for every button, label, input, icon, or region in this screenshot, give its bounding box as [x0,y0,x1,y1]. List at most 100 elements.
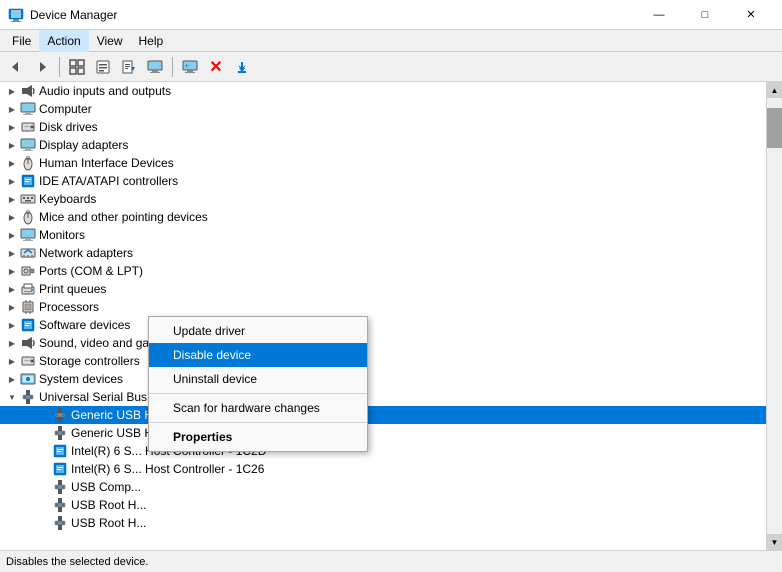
expander-usb[interactable] [4,389,20,405]
scroll-track [767,98,782,534]
tree-label-keyboards: Keyboards [39,192,96,206]
expander-keyboards[interactable] [4,191,20,207]
expander-audio[interactable] [4,83,20,99]
tree-item-software[interactable]: Software devices [0,316,766,334]
tree-item-usbcomp[interactable]: USB Comp... [0,478,766,496]
computer-button[interactable] [143,55,167,79]
tree-item-displayadapters[interactable]: Display adapters [0,136,766,154]
tree-label-usbroot2: USB Root H... [71,516,146,530]
tree-item-keyboards[interactable]: Keyboards [0,190,766,208]
tree-item-intel1[interactable]: Intel(R) 6 S... Host Controller - 1C2D [0,442,766,460]
menu-action[interactable]: Action [39,30,88,52]
context-menu-update-driver[interactable]: Update driver [149,319,367,343]
expander-displayadapters[interactable] [4,137,20,153]
scroll-up-button[interactable]: ▲ [767,82,782,98]
device-icon-audio [20,83,36,99]
tree-item-computer[interactable]: Computer [0,100,766,118]
tree-item-mice[interactable]: Mice and other pointing devices [0,208,766,226]
tree-item-ports[interactable]: Ports (COM & LPT) [0,262,766,280]
device-icon-printqueues [20,281,36,297]
expander-networkadapters[interactable] [4,245,20,261]
menu-bar: File Action View Help [0,30,782,52]
tree-item-ideata[interactable]: IDE ATA/ATAPI controllers [0,172,766,190]
tree-item-audio[interactable]: Audio inputs and outputs [0,82,766,100]
context-menu-separator [149,422,367,423]
expander-diskdrives[interactable] [4,119,20,135]
download-button[interactable] [230,55,254,79]
tree-label-systemdevices: System devices [39,372,123,386]
tree-label-storage: Storage controllers [39,354,140,368]
tree-item-storage[interactable]: Storage controllers [0,352,766,370]
close-button[interactable]: ✕ [728,0,774,30]
device-icon-usbcomp [52,479,68,495]
tree-item-intel2[interactable]: Intel(R) 6 S... Host Controller - 1C26 [0,460,766,478]
status-text: Disables the selected device. [6,556,148,568]
remove-device-button[interactable]: ✕ [204,55,228,79]
expander-printqueues[interactable] [4,281,20,297]
main-area: Audio inputs and outputs Computer Disk d… [0,82,782,550]
expander-hid[interactable] [4,155,20,171]
expander-ports[interactable] [4,263,20,279]
maximize-button[interactable]: □ [682,0,728,30]
tree-item-hid[interactable]: Human Interface Devices [0,154,766,172]
app-icon [8,7,24,23]
expander-ideata[interactable] [4,173,20,189]
toolbar-sep-1 [59,57,60,77]
menu-help[interactable]: Help [131,30,172,52]
expander-storage[interactable] [4,353,20,369]
expander-computer[interactable] [4,101,20,117]
device-icon-generic2 [52,425,68,441]
toolbar: + ✕ [0,52,782,82]
tree-label-diskdrives: Disk drives [39,120,98,134]
expander-intel2 [36,461,52,477]
tree-item-soundvideo[interactable]: Sound, video and game controllers [0,334,766,352]
context-menu-uninstall-device[interactable]: Uninstall device [149,367,367,391]
scroll-thumb[interactable] [767,108,782,148]
scan-button[interactable]: + [178,55,202,79]
properties-button[interactable] [91,55,115,79]
device-icon-processors [20,299,36,315]
tree-label-monitors: Monitors [39,228,85,242]
expander-mice[interactable] [4,209,20,225]
tree-item-diskdrives[interactable]: Disk drives [0,118,766,136]
device-tree[interactable]: Audio inputs and outputs Computer Disk d… [0,82,766,550]
tree-label-displayadapters: Display adapters [39,138,128,152]
context-menu-scan-hardware[interactable]: Scan for hardware changes [149,396,367,420]
context-menu-disable-device[interactable]: Disable device [149,343,367,367]
tree-item-processors[interactable]: Processors [0,298,766,316]
show-hidden-button[interactable] [65,55,89,79]
tree-item-usb[interactable]: Universal Serial Bus controllers [0,388,766,406]
scroll-down-button[interactable]: ▼ [767,534,782,550]
tree-item-generic2[interactable]: Generic USB Hub [0,424,766,442]
tree-label-ideata: IDE ATA/ATAPI controllers [39,174,178,188]
device-icon-storage [20,353,36,369]
menu-view[interactable]: View [89,30,131,52]
tree-item-monitors[interactable]: Monitors [0,226,766,244]
expander-processors[interactable] [4,299,20,315]
tree-item-generic1[interactable]: Generic USB Hub [0,406,766,424]
tree-label-hid: Human Interface Devices [39,156,174,170]
menu-file[interactable]: File [4,30,39,52]
back-button[interactable] [4,55,28,79]
tree-item-usbroot1[interactable]: USB Root H... [0,496,766,514]
context-menu-properties[interactable]: Properties [149,425,367,449]
tree-item-networkadapters[interactable]: Network adapters [0,244,766,262]
device-icon-mice [20,209,36,225]
expander-software[interactable] [4,317,20,333]
update-driver-button[interactable] [117,55,141,79]
tree-item-usbroot2[interactable]: USB Root H... [0,514,766,532]
tree-item-printqueues[interactable]: Print queues [0,280,766,298]
expander-generic1 [36,407,52,423]
tree-item-systemdevices[interactable]: System devices [0,370,766,388]
forward-button[interactable] [30,55,54,79]
expander-soundvideo[interactable] [4,335,20,351]
expander-usbcomp [36,479,52,495]
scrollbar[interactable]: ▲ ▼ [766,82,782,550]
expander-usbroot2 [36,515,52,531]
svg-text:+: + [185,64,189,70]
expander-systemdevices[interactable] [4,371,20,387]
device-icon-software [20,317,36,333]
tree-label-ports: Ports (COM & LPT) [39,264,143,278]
expander-monitors[interactable] [4,227,20,243]
minimize-button[interactable]: — [636,0,682,30]
